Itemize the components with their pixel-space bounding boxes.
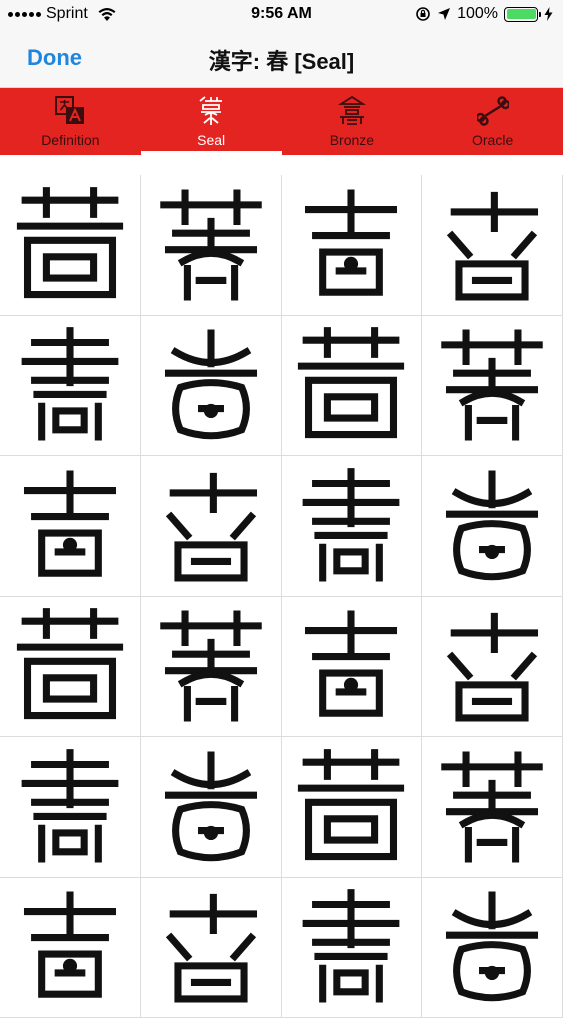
seal-glyph-image [11, 748, 129, 866]
seal-glyph-image [152, 467, 270, 585]
seal-glyph-image [11, 888, 129, 1006]
seal-glyph-image [152, 607, 270, 725]
seal-glyph-image [292, 748, 410, 866]
seal-glyph-cell[interactable] [422, 316, 563, 457]
seal-glyph-cell[interactable] [0, 456, 141, 597]
location-icon [437, 7, 451, 21]
tab-indicator [141, 151, 282, 155]
tab-label: Oracle [422, 132, 563, 148]
seal-script-icon [141, 96, 282, 126]
definition-icon [0, 96, 141, 126]
seal-glyph-image [433, 607, 551, 725]
seal-glyph-image [152, 326, 270, 444]
seal-glyph-cell[interactable] [141, 597, 282, 738]
seal-glyph-cell[interactable] [141, 737, 282, 878]
seal-glyph-cell[interactable] [282, 316, 423, 457]
seal-glyph-cell[interactable] [0, 316, 141, 457]
seal-glyph-cell[interactable] [141, 456, 282, 597]
seal-glyph-image [11, 607, 129, 725]
seal-glyph-image [152, 748, 270, 866]
seal-glyph-cell[interactable] [422, 878, 563, 1018]
seal-glyph-cell[interactable] [282, 878, 423, 1018]
seal-glyph-image [11, 186, 129, 304]
seal-glyph-image [292, 607, 410, 725]
status-bar: Sprint 9:56 AM 100% [0, 0, 563, 30]
seal-glyph-image [433, 186, 551, 304]
oracle-bone-icon [422, 96, 563, 126]
battery-icon [504, 7, 538, 22]
battery-level [507, 9, 536, 19]
seal-glyph-image [433, 748, 551, 866]
seal-glyph-image [11, 326, 129, 444]
seal-glyph-cell[interactable] [282, 175, 423, 316]
seal-glyph-cell[interactable] [422, 456, 563, 597]
bronze-icon [282, 96, 423, 126]
tab-oracle[interactable]: Oracle [422, 88, 563, 155]
tab-label: Definition [0, 132, 141, 148]
seal-glyph-cell[interactable] [282, 456, 423, 597]
seal-glyph-image [152, 888, 270, 1006]
seal-glyph-image [292, 467, 410, 585]
seal-glyph-image [11, 467, 129, 585]
seal-glyph-image [292, 888, 410, 1006]
seal-glyph-cell[interactable] [141, 316, 282, 457]
tab-bronze[interactable]: Bronze [282, 88, 423, 155]
seal-glyph-cell[interactable] [422, 597, 563, 738]
tab-label: Bronze [282, 132, 423, 148]
seal-glyph-cell[interactable] [0, 737, 141, 878]
seal-glyph-image [433, 326, 551, 444]
seal-glyph-cell[interactable] [141, 175, 282, 316]
page-title: 漢字: 春 [Seal] [0, 44, 563, 76]
seal-glyph-cell[interactable] [282, 597, 423, 738]
rotation-lock-icon [415, 6, 431, 22]
seal-glyph-cell[interactable] [0, 175, 141, 316]
seal-glyph-cell[interactable] [141, 878, 282, 1018]
tab-definition[interactable]: Definition [0, 88, 141, 155]
charging-icon [544, 7, 553, 21]
tab-label: Seal [141, 132, 282, 148]
script-tab-bar: Definition Seal Bronze [0, 88, 563, 155]
seal-glyph-image [152, 186, 270, 304]
seal-glyph-grid [0, 175, 563, 1000]
navigation-bar: Done 漢字: 春 [Seal] [0, 30, 563, 88]
seal-glyph-image [433, 467, 551, 585]
seal-glyph-image [433, 888, 551, 1006]
seal-glyph-cell[interactable] [0, 878, 141, 1018]
battery-percent: 100% [457, 5, 498, 23]
status-right: 100% [415, 5, 553, 23]
seal-glyph-cell[interactable] [422, 737, 563, 878]
seal-glyph-cell[interactable] [0, 597, 141, 738]
seal-glyph-image [292, 186, 410, 304]
seal-glyph-cell[interactable] [422, 175, 563, 316]
seal-glyph-cell[interactable] [282, 737, 423, 878]
seal-glyph-image [292, 326, 410, 444]
tab-seal[interactable]: Seal [141, 88, 282, 155]
